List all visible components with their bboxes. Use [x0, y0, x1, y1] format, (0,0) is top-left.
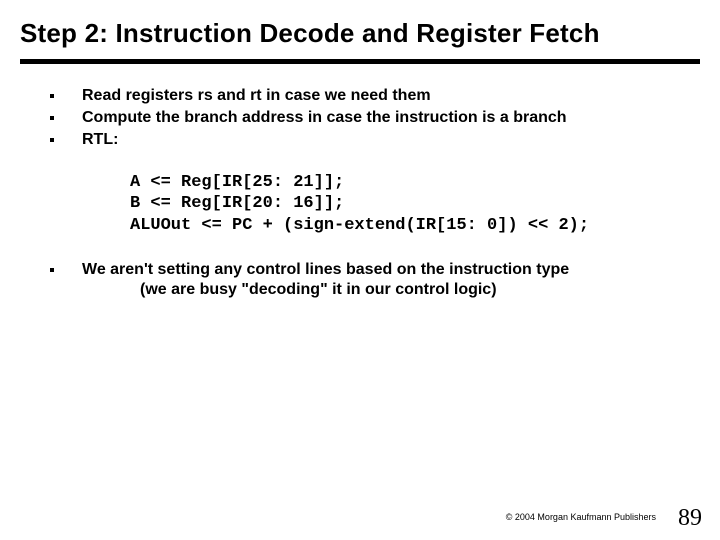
bullet-text: We aren't setting any control lines base…: [82, 260, 569, 300]
title-rule: [20, 59, 700, 64]
bullet-icon: [50, 94, 54, 98]
bullet-bottom-line1: We aren't setting any control lines base…: [82, 261, 569, 278]
slide: Step 2: Instruction Decode and Register …: [0, 0, 720, 540]
page-number: 89: [678, 505, 702, 532]
bullet-text: Read registers rs and rt in case we need…: [82, 86, 431, 106]
bullet-row: Compute the branch address in case the i…: [50, 108, 690, 128]
bullet-row: Read registers rs and rt in case we need…: [50, 86, 690, 106]
bullet-bottom-line2: (we are busy "decoding" it in our contro…: [140, 280, 569, 300]
bullet-row: RTL:: [50, 130, 690, 150]
bullet-icon: [50, 116, 54, 120]
bullets-bottom-group: We aren't setting any control lines base…: [0, 260, 720, 300]
bullets-top-group: Read registers rs and rt in case we need…: [0, 86, 720, 150]
bullet-icon: [50, 138, 54, 142]
bullet-text: Compute the branch address in case the i…: [82, 108, 567, 128]
copyright-text: © 2004 Morgan Kaufmann Publishers: [506, 512, 656, 522]
bullet-icon: [50, 268, 54, 272]
slide-title: Step 2: Instruction Decode and Register …: [0, 0, 720, 55]
bullet-row: We aren't setting any control lines base…: [50, 260, 690, 300]
rtl-code-block: A <= Reg[IR[25: 21]]; B <= Reg[IR[20: 16…: [130, 172, 720, 236]
bullet-text: RTL:: [82, 130, 118, 150]
